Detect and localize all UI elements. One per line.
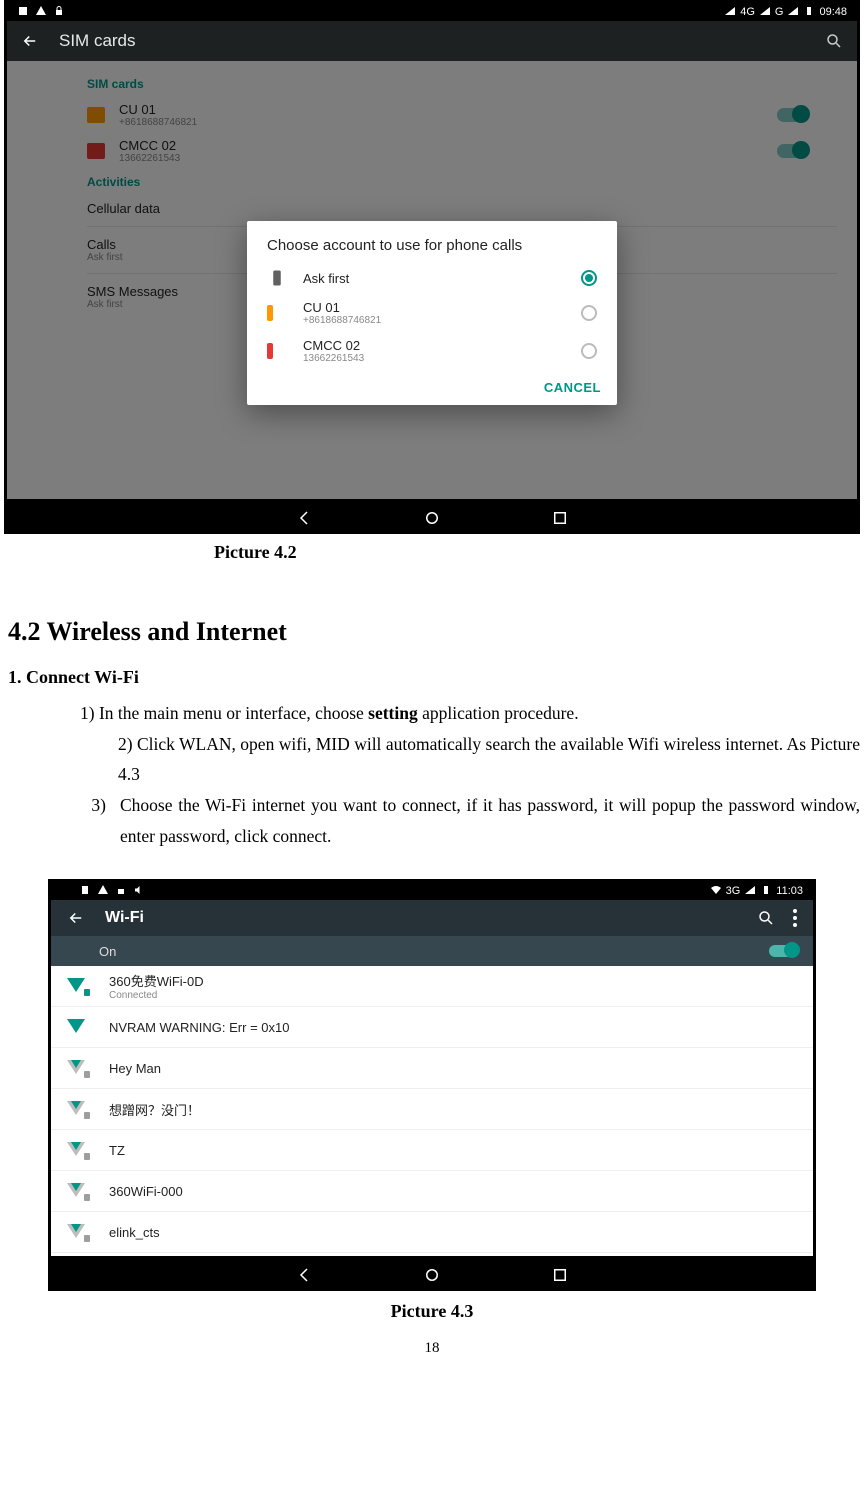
back-icon[interactable] xyxy=(21,32,39,50)
radio-unselected[interactable] xyxy=(581,305,597,321)
wifi-signal-icon xyxy=(67,1060,87,1076)
notification-icon xyxy=(17,5,29,20)
cancel-button[interactable]: CANCEL xyxy=(544,380,601,395)
step-2: 2) Click WLAN, open wifi, MID will autom… xyxy=(4,729,860,790)
wifi-signal-icon xyxy=(67,1142,87,1158)
dialog-option-sim1[interactable]: CU 01 +8618688746821 xyxy=(247,294,617,332)
wifi-icon xyxy=(710,884,722,899)
page-title: SIM cards xyxy=(59,31,825,51)
notification-icon xyxy=(79,884,91,899)
status-3g-label: 3G xyxy=(726,885,741,897)
wifi-network-row[interactable]: 360免费WiFi-0DConnected xyxy=(51,966,813,1007)
volume-icon xyxy=(133,884,145,899)
search-icon[interactable] xyxy=(757,909,775,927)
step-1: 1) In the main menu or interface, choose… xyxy=(4,698,860,729)
wifi-on-bar: On xyxy=(51,936,813,966)
wifi-network-list: 360免费WiFi-0DConnected NVRAM WARNING: Err… xyxy=(51,966,813,1256)
nav-recent-icon[interactable] xyxy=(551,509,569,527)
radio-selected[interactable] xyxy=(581,270,597,286)
screenshot-wifi: 3G 11:03 Wi-Fi On 360免费WiFi-0DConnected xyxy=(48,879,816,1291)
signal-icon xyxy=(724,5,736,20)
wifi-network-row[interactable]: Hey Man xyxy=(51,1048,813,1089)
signal-icon xyxy=(759,5,771,20)
wifi-toggle[interactable] xyxy=(769,945,797,957)
wifi-on-label: On xyxy=(99,944,116,959)
subsection-heading: 1. Connect Wi-Fi xyxy=(8,667,860,688)
battery-icon xyxy=(803,5,815,20)
status-time: 11:03 xyxy=(776,885,803,897)
figure-caption-2: Picture 4.3 xyxy=(4,1301,860,1322)
nav-bar xyxy=(7,499,857,534)
more-icon[interactable] xyxy=(793,909,797,927)
page-title: Wi-Fi xyxy=(105,909,757,927)
status-4g-label: 4G xyxy=(740,6,755,18)
sim-icon xyxy=(267,343,273,359)
wifi-signal-icon xyxy=(67,1224,87,1240)
phone-icon xyxy=(267,268,287,288)
screenshot-sim-cards: 4G G 09:48 SIM cards SIM cards CU 01 xyxy=(4,0,860,534)
status-time: 09:48 xyxy=(819,6,847,18)
warning-icon xyxy=(35,5,47,20)
dialog-title: Choose account to use for phone calls xyxy=(247,221,617,262)
app-bar: SIM cards xyxy=(7,21,857,61)
signal-icon xyxy=(787,5,799,20)
lock-icon xyxy=(115,884,127,899)
wifi-signal-icon xyxy=(67,1019,87,1035)
status-bar: 3G 11:03 xyxy=(51,882,813,900)
wifi-network-row[interactable]: 想蹭网？没门！ xyxy=(51,1089,813,1130)
wifi-signal-icon xyxy=(67,1101,87,1117)
dialog-option-sim2[interactable]: CMCC 02 13662261543 xyxy=(247,332,617,370)
status-bar: 4G G 09:48 xyxy=(7,3,857,21)
page-number: 18 xyxy=(4,1340,860,1357)
nav-recent-icon[interactable] xyxy=(551,1266,569,1284)
wifi-signal-icon xyxy=(67,978,87,994)
search-icon[interactable] xyxy=(825,32,843,50)
figure-caption-1: Picture 4.2 xyxy=(4,534,860,563)
modal-overlay: Choose account to use for phone calls As… xyxy=(7,61,857,499)
status-g-label: G xyxy=(775,6,784,18)
nav-home-icon[interactable] xyxy=(423,1266,441,1284)
app-bar: Wi-Fi xyxy=(51,900,813,936)
battery-icon xyxy=(760,884,772,899)
lock-icon xyxy=(53,5,65,20)
signal-icon xyxy=(744,884,756,899)
radio-unselected[interactable] xyxy=(581,343,597,359)
nav-back-icon[interactable] xyxy=(295,1266,313,1284)
nav-back-icon[interactable] xyxy=(295,509,313,527)
wifi-network-row[interactable]: elink_cts xyxy=(51,1212,813,1253)
wifi-network-row[interactable]: 360WiFi-000 xyxy=(51,1171,813,1212)
download-icon xyxy=(61,884,73,899)
dialog-option-ask-first[interactable]: Ask first xyxy=(247,262,617,294)
step-3: 3) Choose the Wi-Fi internet you want to… xyxy=(4,790,860,851)
warning-icon xyxy=(97,884,109,899)
sim-icon xyxy=(267,305,273,321)
back-icon[interactable] xyxy=(67,909,85,927)
nav-bar xyxy=(51,1256,813,1291)
nav-home-icon[interactable] xyxy=(423,509,441,527)
choose-account-dialog: Choose account to use for phone calls As… xyxy=(247,221,617,405)
wifi-network-row[interactable]: TZ xyxy=(51,1130,813,1171)
wifi-network-row[interactable]: NVRAM WARNING: Err = 0x10 xyxy=(51,1007,813,1048)
section-heading: 4.2 Wireless and Internet xyxy=(8,617,860,647)
wifi-signal-icon xyxy=(67,1183,87,1199)
